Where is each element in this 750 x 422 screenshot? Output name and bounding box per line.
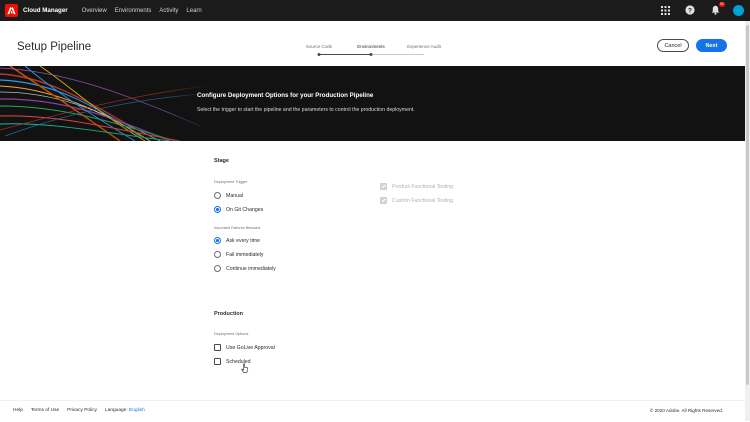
cancel-button[interactable]: Cancel [657, 39, 689, 52]
main-nav: Overview Environments Activity Learn [82, 8, 202, 14]
radio-git-changes[interactable] [214, 206, 221, 213]
notification-badge: 91 [719, 2, 725, 7]
wizard-steps: Source Code Environments Experience Audi… [300, 42, 460, 62]
hero-banner: Configure Deployment Options for your Pr… [0, 66, 745, 141]
language-selector[interactable]: Language: English [105, 408, 145, 413]
help-icon[interactable]: ? [683, 3, 697, 17]
radio-ask-every-time[interactable] [214, 237, 221, 244]
product-functional-testing-checkbox [380, 183, 387, 190]
option-label: Ask every time [226, 237, 261, 244]
radio-continue-immediately[interactable] [214, 265, 221, 272]
radio-manual[interactable] [214, 192, 221, 199]
banner-title: Configure Deployment Options for your Pr… [197, 92, 374, 99]
hand-cursor-icon [241, 363, 249, 373]
production-section-title: Production [214, 311, 244, 317]
banner-artwork [0, 66, 210, 141]
trigger-option-git-changes[interactable]: On Git Changes [214, 206, 263, 213]
failure-option-continue[interactable]: Continue immediately [214, 265, 276, 272]
option-label: Continue immediately [226, 265, 276, 272]
next-button[interactable]: Next [696, 39, 727, 52]
footer-link-help[interactable]: Help [13, 408, 23, 413]
nav-link-learn[interactable]: Learn [186, 8, 201, 14]
nav-link-activity[interactable]: Activity [159, 8, 178, 14]
product-functional-testing-option: Product Functional Testing [380, 183, 453, 190]
page-title: Setup Pipeline [17, 41, 92, 53]
nav-link-overview[interactable]: Overview [82, 8, 107, 14]
language-value[interactable]: English [129, 408, 145, 413]
step-progress-done [319, 54, 371, 55]
deployment-trigger-label: Deployment Trigger [214, 180, 248, 184]
option-label: Product Functional Testing [392, 183, 454, 190]
failure-option-ask[interactable]: Ask every time [214, 237, 260, 244]
step-environments: Environments [357, 44, 385, 49]
avatar[interactable] [733, 4, 744, 16]
nav-actions: ? 91 [658, 2, 744, 17]
page-header: Setup Pipeline Source Code Environments … [0, 21, 750, 66]
custom-functional-testing-option: Custom Functional Testing [380, 197, 453, 204]
deployment-options-label: Deployment Options [214, 332, 249, 336]
step-experience-audit: Experience Audit [407, 44, 441, 49]
footer-links: Help Terms of Use Privacy Policy Languag… [13, 408, 145, 413]
scrollbar-thumb[interactable] [746, 25, 749, 385]
footer: Help Terms of Use Privacy Policy Languag… [0, 400, 745, 422]
option-label: On Git Changes [226, 206, 264, 213]
failure-behavior-label: Important Failures Behavior [214, 226, 261, 230]
step-source-code: Source Code [305, 44, 333, 49]
svg-text:?: ? [688, 7, 692, 14]
footer-link-terms[interactable]: Terms of Use [31, 408, 59, 413]
banner-subtitle: Select the trigger to start the pipeline… [197, 107, 415, 113]
step-dot-source-code [317, 52, 321, 56]
golive-approval-checkbox[interactable] [214, 344, 221, 351]
copyright: © 2020 Adobe. All Rights Reserved. [650, 408, 724, 413]
top-nav: Cloud Manager Overview Environments Acti… [0, 0, 750, 21]
golive-approval-option[interactable]: Use GoLive Approval [214, 344, 275, 351]
footer-link-privacy[interactable]: Privacy Policy [67, 408, 97, 413]
adobe-logo-icon[interactable] [5, 4, 18, 17]
language-prefix: Language: [105, 408, 128, 413]
page-scrollbar[interactable] [745, 21, 750, 421]
failure-option-fail[interactable]: Fail immediately [214, 251, 263, 258]
app-title[interactable]: Cloud Manager [23, 7, 68, 14]
step-dot-environments [369, 52, 373, 56]
nav-link-environments[interactable]: Environments [115, 8, 152, 14]
option-label: Custom Functional Testing [392, 197, 454, 204]
scheduled-checkbox[interactable] [214, 358, 221, 365]
step-progress-remaining [371, 54, 424, 55]
apps-grid-icon[interactable] [658, 3, 672, 17]
trigger-option-manual[interactable]: Manual [214, 192, 243, 199]
custom-functional-testing-checkbox [380, 197, 387, 204]
stage-section-title: Stage [214, 158, 229, 164]
radio-fail-immediately[interactable] [214, 251, 221, 258]
option-label: Use GoLive Approval [226, 344, 275, 351]
option-label: Fail immediately [226, 251, 264, 258]
bell-icon[interactable]: 91 [708, 2, 725, 17]
option-label: Manual [226, 192, 244, 199]
